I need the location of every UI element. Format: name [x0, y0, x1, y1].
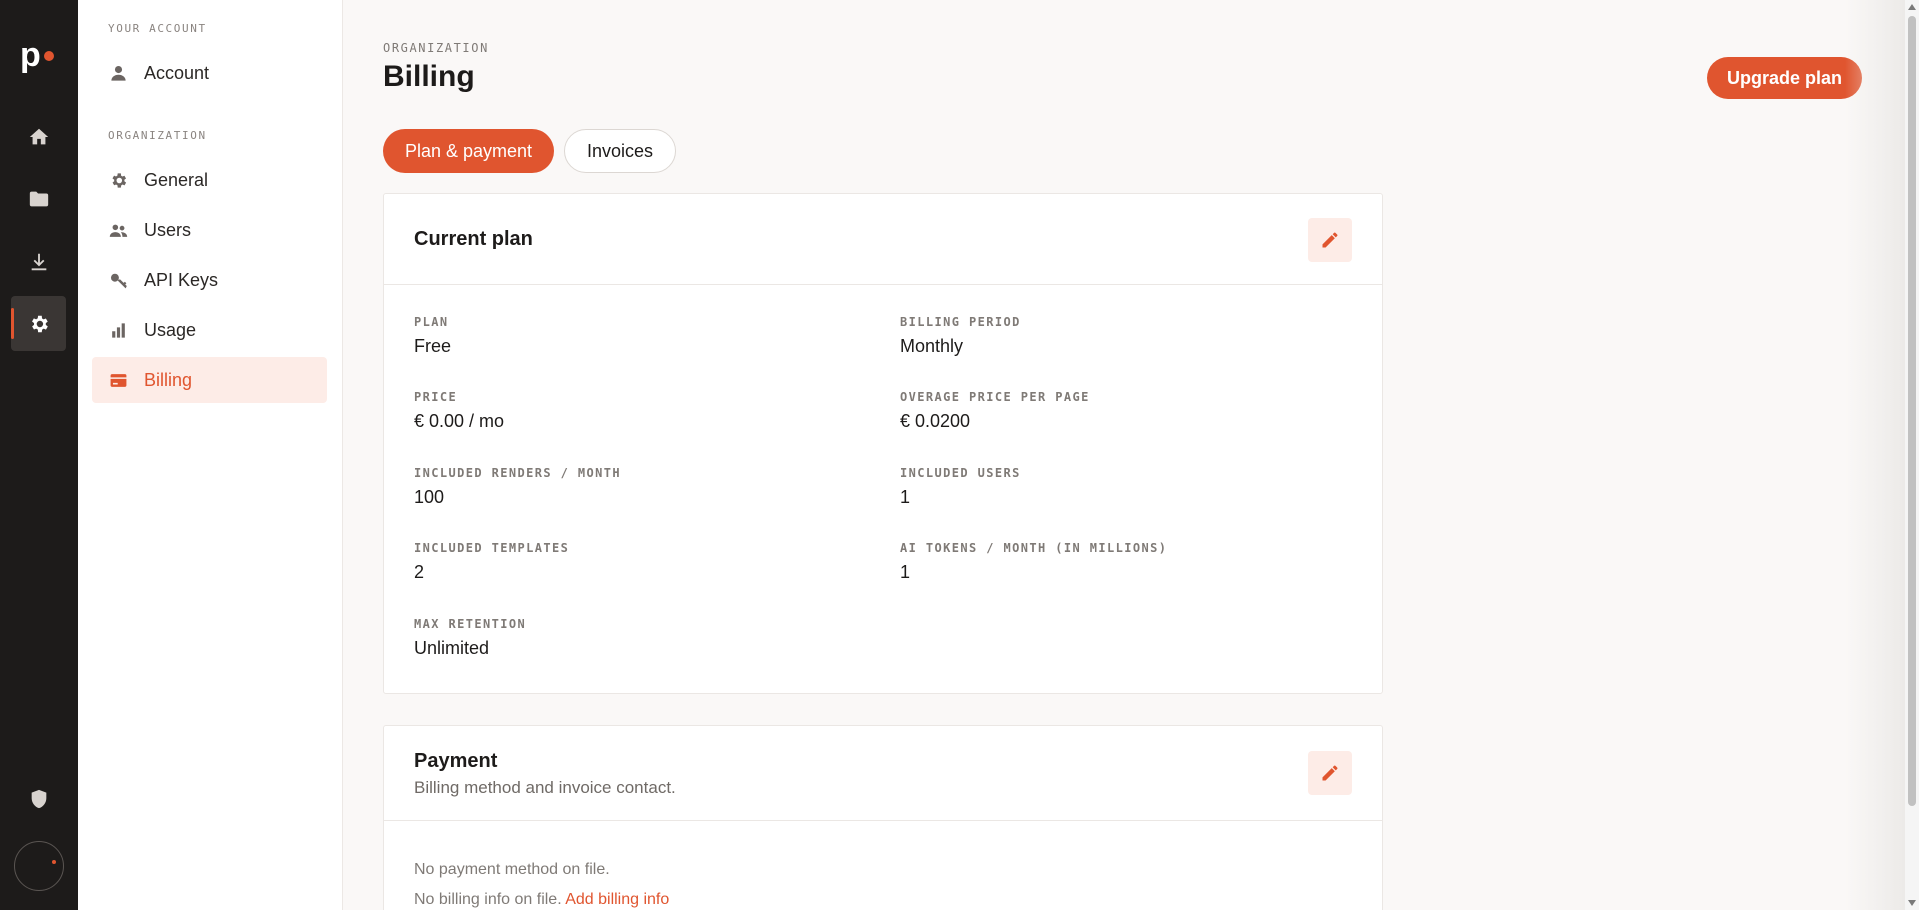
breadcrumb: ORGANIZATION: [383, 41, 489, 55]
current-plan-card: Current plan PLAN Free BILLING PERIOD Mo…: [383, 193, 1383, 694]
app-rail: p: [0, 0, 78, 910]
brand-logo[interactable]: p: [20, 38, 60, 72]
download-icon: [31, 253, 46, 270]
scrollbar-thumb[interactable]: [1908, 16, 1916, 806]
field-billing-period: BILLING PERIOD Monthly: [900, 315, 1021, 357]
sidebar-section-account: YOUR ACCOUNT: [108, 22, 207, 35]
no-payment-method-text: No payment method on file.: [414, 861, 610, 878]
no-billing-info-line: No billing info on file. Add billing inf…: [414, 891, 669, 909]
sidebar-item-label: Users: [144, 219, 192, 240]
tab-plan-payment[interactable]: Plan & payment: [383, 129, 554, 173]
sidebar-item-label: API Keys: [144, 269, 219, 290]
sidebar-item-usage[interactable]: Usage: [92, 307, 327, 353]
field-value: 1: [900, 562, 911, 582]
user-icon: [111, 65, 126, 81]
field-value: € 0.0200: [900, 411, 971, 431]
scroll-down-arrow-icon[interactable]: [1908, 900, 1916, 906]
sidebar-item-label: Usage: [144, 319, 197, 340]
card-title: Payment: [414, 750, 498, 772]
rail-home-button[interactable]: [11, 109, 66, 164]
sidebar-section-organization: ORGANIZATION: [108, 129, 207, 142]
field-plan: PLAN Free: [414, 315, 451, 357]
folder-icon: [29, 191, 48, 206]
sidebar-item-account[interactable]: Account: [92, 50, 327, 96]
credit-card-icon: [110, 373, 127, 387]
field-value: 1: [900, 487, 911, 507]
field-label: OVERAGE PRICE PER PAGE: [900, 390, 1090, 404]
logo-dot: [44, 51, 54, 61]
scroll-up-arrow-icon[interactable]: [1908, 4, 1916, 10]
field-max-retention: MAX RETENTION Unlimited: [414, 617, 526, 659]
field-included-templates: INCLUDED TEMPLATES 2: [414, 541, 569, 583]
field-value: Unlimited: [414, 638, 490, 658]
billing-main: ORGANIZATION Billing Upgrade plan Plan &…: [383, 0, 1883, 910]
field-included-users: INCLUDED USERS 1: [900, 466, 1021, 508]
key-icon: [110, 273, 127, 288]
field-included-renders: INCLUDED RENDERS / MONTH 100: [414, 466, 621, 508]
page-scrollbar[interactable]: [1905, 0, 1919, 910]
field-label: INCLUDED TEMPLATES: [414, 541, 570, 555]
payment-header: Payment Billing method and invoice conta…: [384, 726, 1382, 821]
gear-icon: [112, 172, 127, 188]
logo-letter: p: [20, 36, 41, 74]
field-ai-tokens: AI TOKENS / MONTH (IN MILLIONS) 1: [900, 541, 1167, 583]
avatar[interactable]: [14, 841, 64, 891]
upgrade-plan-button[interactable]: Upgrade plan: [1707, 57, 1862, 99]
sidebar-item-label: Account: [144, 62, 210, 83]
edit-payment-button[interactable]: [1308, 751, 1352, 795]
field-value: 100: [414, 487, 445, 507]
users-icon: [109, 224, 128, 237]
field-label: BILLING PERIOD: [900, 315, 1021, 329]
no-billing-info-text: No billing info on file.: [414, 891, 562, 908]
field-price: PRICE € 0.00 / mo: [414, 390, 504, 432]
rail-settings-button[interactable]: [11, 296, 66, 351]
field-overage-price: OVERAGE PRICE PER PAGE € 0.0200: [900, 390, 1090, 432]
tab-invoices[interactable]: Invoices: [564, 129, 676, 173]
settings-sidebar: YOUR ACCOUNT Account ORGANIZATION Genera…: [78, 0, 343, 910]
rail-files-button[interactable]: [11, 171, 66, 226]
page-title: Billing: [383, 60, 475, 93]
rail-security-button[interactable]: [11, 771, 66, 826]
field-value: Monthly: [900, 336, 964, 356]
home-icon: [29, 128, 48, 144]
edit-plan-button[interactable]: [1308, 218, 1352, 262]
pencil-icon: [1322, 232, 1338, 248]
bar-chart-icon: [112, 322, 125, 338]
field-label: INCLUDED RENDERS / MONTH: [414, 466, 621, 480]
shield-icon: [31, 789, 46, 808]
right-edge-shade: [1845, 0, 1905, 910]
gear-icon: [31, 315, 48, 332]
sidebar-item-billing[interactable]: Billing: [92, 357, 327, 403]
add-billing-info-link[interactable]: Add billing info: [565, 891, 669, 908]
card-title: Current plan: [414, 228, 533, 250]
payment-card: Payment Billing method and invoice conta…: [383, 725, 1383, 910]
field-value: 2: [414, 562, 425, 582]
current-plan-header: Current plan: [384, 194, 1382, 285]
field-label: PRICE: [414, 390, 458, 404]
field-value: Free: [414, 336, 452, 356]
field-label: MAX RETENTION: [414, 617, 527, 631]
field-value: € 0.00 / mo: [414, 411, 505, 431]
sidebar-item-api-keys[interactable]: API Keys: [92, 257, 327, 303]
field-label: PLAN: [414, 315, 449, 329]
card-subtitle: Billing method and invoice contact.: [414, 778, 676, 797]
sidebar-item-label: General: [144, 169, 209, 190]
rail-downloads-button[interactable]: [11, 234, 66, 289]
sidebar-item-label: Billing: [144, 369, 193, 390]
field-label: AI TOKENS / MONTH (IN MILLIONS): [900, 541, 1168, 555]
pencil-icon: [1322, 765, 1338, 781]
sidebar-item-general[interactable]: General: [92, 157, 327, 203]
sidebar-item-users[interactable]: Users: [92, 207, 327, 253]
field-label: INCLUDED USERS: [900, 466, 1021, 480]
